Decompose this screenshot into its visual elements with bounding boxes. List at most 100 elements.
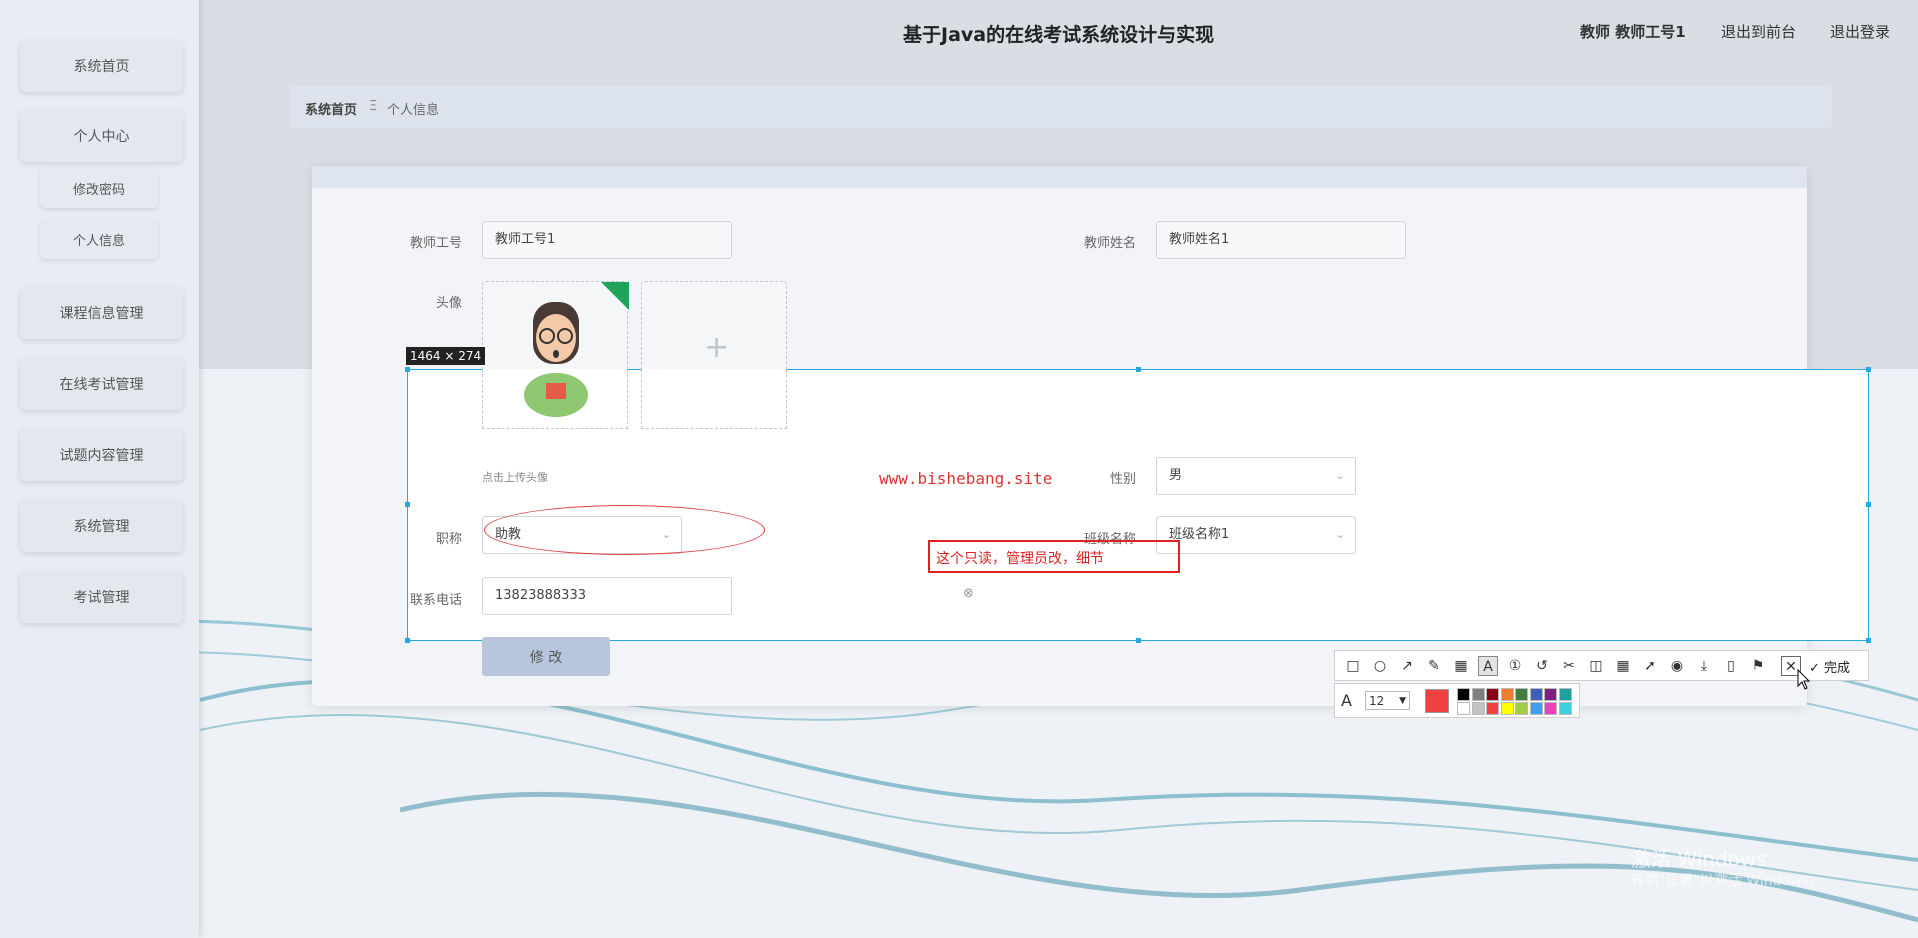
font-size-value: 12 <box>1369 694 1385 708</box>
teacher-id-label: 教师工号 <box>409 236 462 251</box>
color-swatch[interactable] <box>1515 702 1528 715</box>
sidebar-item-exam-management[interactable]: 考试管理 <box>20 571 183 623</box>
sidebar-subitem-personal-info[interactable]: 个人信息 <box>40 219 158 259</box>
ocr-icon[interactable]: ▦ <box>1613 656 1633 676</box>
page-title: 基于Java的在线考试系统设计与实现 <box>903 24 1215 46</box>
sidebar: 系统首页 个人中心 修改密码 个人信息 课程信息管理 在线考试管理 试题内容管理… <box>0 0 199 938</box>
font-size-icon: A <box>1341 691 1352 710</box>
chevron-down-icon: ⌄ <box>1335 528 1345 541</box>
upload-hint: 点击上传头像 <box>482 471 548 484</box>
screenshot-toolbar: □ ○ ↗ ✎ ▦ A ① ↺ ✂ ◫ ▦ ➚ ◉ ⤓ ▯ ⚑ ✕ ✓ 完成 <box>1334 650 1869 681</box>
class-name-select[interactable]: 班级名称1 ⌄ <box>1156 516 1356 554</box>
text-style-toolbar: A 12 ▼ <box>1334 683 1580 718</box>
gender-value: 男 <box>1169 468 1183 483</box>
color-swatch[interactable] <box>1558 688 1572 701</box>
color-swatch[interactable] <box>1529 702 1543 715</box>
resize-handle[interactable] <box>405 367 410 372</box>
color-swatch[interactable] <box>1500 702 1514 715</box>
phone-field[interactable]: 13823888333 <box>482 577 732 615</box>
device-icon[interactable]: ▯ <box>1721 656 1741 676</box>
annotation-ellipse <box>484 505 765 555</box>
watermark-text: www.bishebang.site <box>879 469 1053 488</box>
sidebar-item-question-management[interactable]: 试题内容管理 <box>20 429 183 481</box>
teacher-avatar-body-icon <box>524 373 588 417</box>
record-icon[interactable]: ◉ <box>1667 656 1687 676</box>
color-swatch[interactable] <box>1457 702 1470 715</box>
color-swatch[interactable] <box>1457 688 1470 701</box>
phone-label: 联系电话 <box>409 593 462 608</box>
bookmark-icon[interactable]: ⚑ <box>1748 656 1768 676</box>
sidebar-item-label: 修改密码 <box>72 182 125 198</box>
windows-activation-title: 激活 Windows <box>1631 847 1767 871</box>
avatar-label: 头像 <box>435 296 462 311</box>
plus-icon: + <box>704 330 730 365</box>
color-swatch[interactable] <box>1486 702 1499 715</box>
arrow-tool-icon[interactable]: ↗ <box>1397 656 1417 676</box>
crop-icon[interactable]: ✂ <box>1559 656 1579 676</box>
sidebar-item-label: 考试管理 <box>73 590 130 606</box>
sidebar-item-system-management[interactable]: 系统管理 <box>20 500 183 552</box>
modify-button[interactable]: 修 改 <box>482 637 610 676</box>
logout-link[interactable]: 退出登录 <box>1830 21 1890 42</box>
text-tool-icon[interactable]: A <box>1478 656 1498 676</box>
font-size-select[interactable]: 12 ▼ <box>1365 691 1410 710</box>
ellipse-tool-icon[interactable]: ○ <box>1370 656 1390 676</box>
current-color-swatch[interactable] <box>1425 689 1449 713</box>
color-swatch[interactable] <box>1471 688 1485 701</box>
color-swatch[interactable] <box>1544 702 1557 715</box>
color-swatch[interactable] <box>1529 688 1543 701</box>
current-user: 教师 教师工号1 <box>1580 23 1686 41</box>
mosaic-tool-icon[interactable]: ▦ <box>1451 656 1471 676</box>
caret-down-icon: ▼ <box>1399 696 1406 706</box>
sidebar-subitem-change-password[interactable]: 修改密码 <box>40 168 158 208</box>
avatar-image-lower <box>482 369 628 429</box>
download-icon[interactable]: ⤓ <box>1694 656 1714 676</box>
sidebar-item-label: 课程信息管理 <box>59 306 144 322</box>
rectangle-tool-icon[interactable]: □ <box>1343 656 1363 676</box>
sidebar-item-online-exam-management[interactable]: 在线考试管理 <box>20 358 183 410</box>
number-tool-icon[interactable]: ① <box>1505 656 1525 676</box>
resize-handle[interactable] <box>405 502 410 507</box>
sidebar-item-course-management[interactable]: 课程信息管理 <box>20 287 183 339</box>
color-swatch[interactable] <box>1471 702 1485 715</box>
pin-icon[interactable]: ➚ <box>1640 656 1660 676</box>
sidebar-item-home[interactable]: 系统首页 <box>20 40 183 92</box>
done-label: 完成 <box>1824 661 1851 676</box>
breadcrumb-home[interactable]: 系统首页 <box>305 99 357 118</box>
teacher-name-field[interactable]: 教师姓名1 <box>1156 221 1406 259</box>
sidebar-item-label: 在线考试管理 <box>59 377 144 393</box>
color-swatch[interactable] <box>1486 688 1499 701</box>
color-swatch[interactable] <box>1515 688 1528 701</box>
resize-handle[interactable] <box>1866 367 1871 372</box>
resize-handle[interactable] <box>405 638 410 643</box>
pen-tool-icon[interactable]: ✎ <box>1424 656 1444 676</box>
sidebar-item-label: 个人中心 <box>73 129 130 145</box>
mouse-cursor-icon <box>1797 669 1811 690</box>
sidebar-item-label: 系统管理 <box>73 519 130 535</box>
resize-handle[interactable] <box>1136 638 1141 643</box>
windows-activation-hint: 转到"设置"以激活 Windows。 <box>1631 873 1823 889</box>
breadcrumb-current: 个人信息 <box>387 103 440 118</box>
gender-select[interactable]: 男 ⌄ <box>1156 457 1356 495</box>
teacher-id-field[interactable]: 教师工号1 <box>482 221 732 259</box>
teacher-name-label: 教师姓名 <box>1083 236 1136 251</box>
chevron-down-icon: ⌄ <box>1335 469 1345 482</box>
annotation-note: 这个只读，管理员改，细节 <box>928 540 1180 573</box>
title-label: 职称 <box>435 532 462 547</box>
exit-to-front-link[interactable]: 退出到前台 <box>1721 21 1796 42</box>
breadcrumb-separator-icon: Ξ <box>369 99 378 114</box>
color-swatch[interactable] <box>1544 688 1557 701</box>
avatar-upload-box-lower <box>641 369 787 429</box>
translate-icon[interactable]: ◫ <box>1586 656 1606 676</box>
sidebar-item-label: 试题内容管理 <box>59 448 144 464</box>
resize-handle[interactable] <box>1866 638 1871 643</box>
breadcrumb: 系统首页 Ξ 个人信息 <box>289 86 1832 128</box>
resize-handle[interactable] <box>1136 367 1141 372</box>
sidebar-item-personal-center[interactable]: 个人中心 <box>20 110 183 162</box>
color-swatch[interactable] <box>1500 688 1514 701</box>
undo-icon[interactable]: ↺ <box>1532 656 1552 676</box>
color-swatch[interactable] <box>1558 702 1572 715</box>
resize-handle[interactable] <box>1866 502 1871 507</box>
done-button[interactable]: ✓ 完成 <box>1809 657 1850 676</box>
card-header-strip <box>312 166 1807 188</box>
